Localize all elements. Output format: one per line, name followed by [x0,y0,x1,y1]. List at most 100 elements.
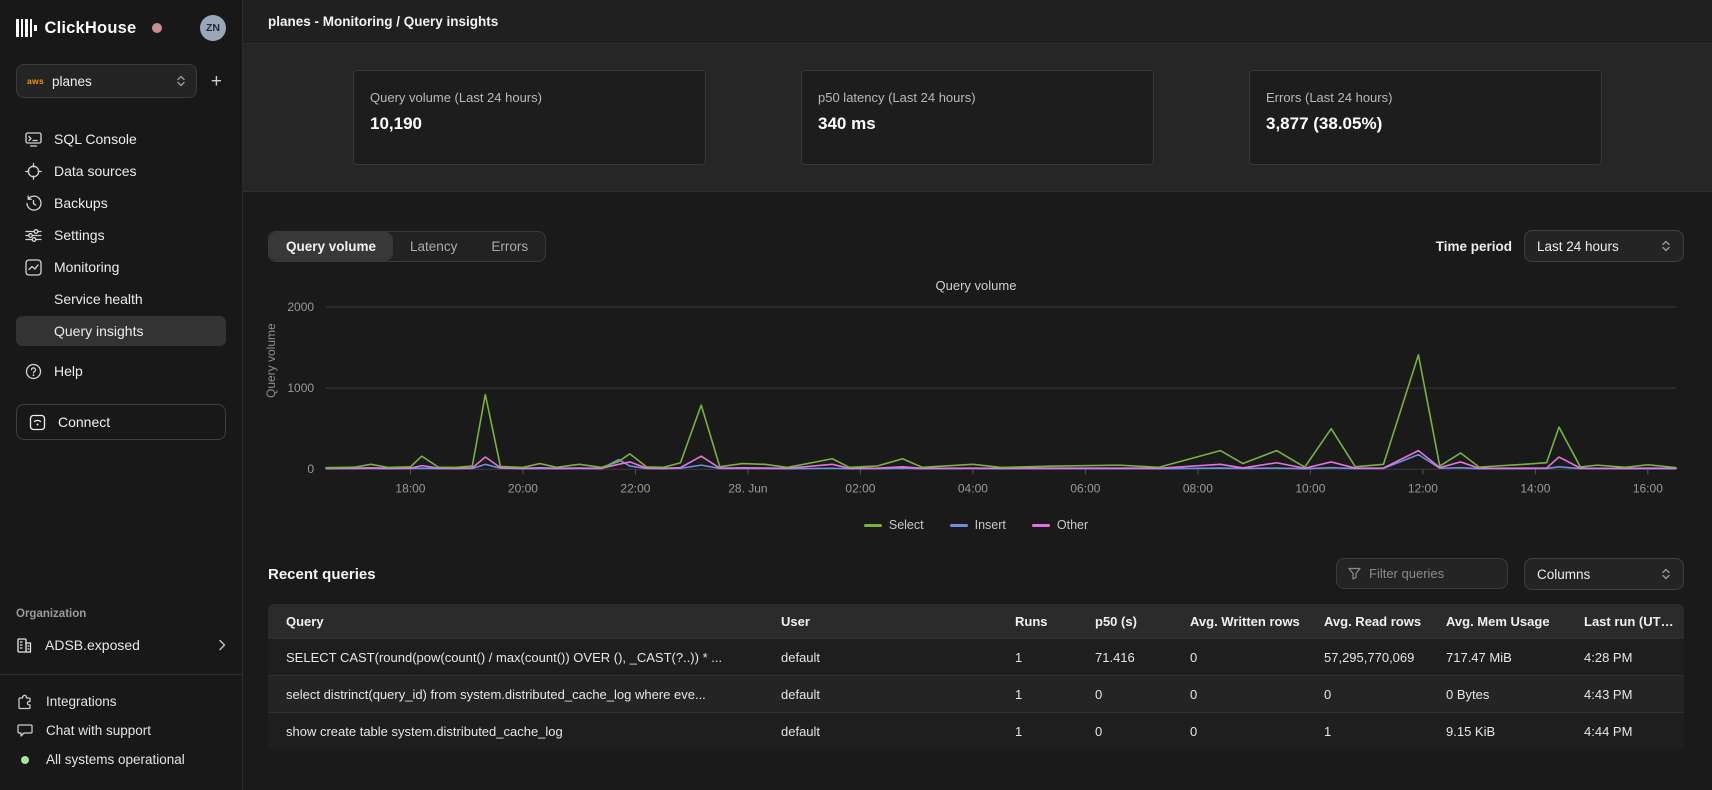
filter-queries-input-wrap[interactable] [1336,558,1508,589]
organization-name: ADSB.exposed [45,637,140,653]
monitoring-icon [24,258,42,276]
svg-text:04:00: 04:00 [958,481,988,495]
tab-errors[interactable]: Errors [474,232,545,261]
columns-select[interactable]: Columns [1524,558,1684,590]
breadcrumb: planes - Monitoring / Query insights [268,14,498,29]
cell-user: default [771,687,1005,702]
svg-text:08:00: 08:00 [1183,481,1213,495]
table-row[interactable]: show create table system.distributed_cac… [268,712,1684,749]
table-row[interactable]: SELECT CAST(round(pow(count() / max(coun… [268,638,1684,675]
time-period-select[interactable]: Last 24 hours [1524,230,1684,262]
service-selector[interactable]: aws planes [16,64,197,98]
column-header-avg-read[interactable]: Avg. Read rows [1314,614,1436,629]
organization-item[interactable]: ADSB.exposed [16,630,226,660]
chevron-updown-icon [1661,567,1671,581]
cell-query: show create table system.distributed_cac… [268,724,771,739]
sidebar: ClickHouse ZN aws planes + SQL Console [0,0,243,790]
stat-label: p50 latency (Last 24 hours) [818,90,1137,105]
tab-latency[interactable]: Latency [393,232,474,261]
cell-p50: 71.416 [1085,650,1180,665]
cell-p50: 0 [1085,724,1180,739]
help-icon [24,362,42,380]
table-row[interactable]: select distrinct(query_id) from system.d… [268,675,1684,712]
legend-item-select[interactable]: Select [864,518,924,532]
sidebar-item-label: SQL Console [54,131,137,147]
recent-queries-title: Recent queries [268,566,376,583]
sort-asc-icon: ^ [1678,618,1684,629]
column-header-last-run[interactable]: Last run (UTC)^ [1574,614,1684,629]
organization-heading: Organization [16,608,226,620]
cell-user: default [771,724,1005,739]
backups-icon [24,194,42,212]
stats-band: Query volume (Last 24 hours) 10,190 p50 … [243,44,1712,192]
legend-label: Other [1057,518,1088,532]
sidebar-item-label: Query insights [54,323,143,339]
notification-dot-icon [152,23,162,33]
connect-button[interactable]: Connect [16,404,226,440]
add-service-button[interactable]: + [207,70,226,93]
user-avatar[interactable]: ZN [200,15,226,41]
status-dot-icon [16,756,34,764]
sidebar-item-settings[interactable]: Settings [16,220,226,250]
sidebar-item-data-sources[interactable]: Data sources [16,156,226,186]
sidebar-item-label: Monitoring [54,259,119,275]
integrations-icon [16,694,34,710]
columns-label: Columns [1537,567,1590,582]
svg-text:1000: 1000 [287,381,314,395]
legend-swatch-icon [864,524,882,527]
tab-query-volume[interactable]: Query volume [269,232,393,261]
sidebar-divider [0,674,242,675]
cell-last-run: 4:44 PM [1574,724,1684,739]
cell-runs: 1 [1005,724,1085,739]
cell-avg-written: 0 [1180,650,1314,665]
sidebar-item-sql-console[interactable]: SQL Console [16,124,226,154]
sidebar-item-chat-support[interactable]: Chat with support [16,716,226,745]
sidebar-item-monitoring[interactable]: Monitoring [16,252,226,282]
filter-queries-input[interactable] [1369,566,1489,581]
sidebar-item-query-insights[interactable]: Query insights [16,316,226,346]
stat-value: 3,877 (38.05%) [1266,114,1585,134]
sidebar-item-label: Data sources [54,163,136,179]
cell-avg-read: 1 [1314,724,1436,739]
svg-text:02:00: 02:00 [845,481,875,495]
column-header-query[interactable]: Query [268,614,771,629]
column-header-user[interactable]: User [771,614,1005,629]
cell-avg-read: 0 [1314,687,1436,702]
svg-text:20:00: 20:00 [508,481,538,495]
sidebar-item-integrations[interactable]: Integrations [16,687,226,716]
cell-avg-mem: 0 Bytes [1436,687,1574,702]
legend-label: Select [889,518,924,532]
app-window: ClickHouse ZN aws planes + SQL Console [0,0,1712,790]
sidebar-item-label: Help [54,363,83,379]
sidebar-item-service-health[interactable]: Service health [16,284,226,314]
column-header-p50[interactable]: p50 (s) [1085,614,1180,629]
cell-query: SELECT CAST(round(pow(count() / max(coun… [268,650,771,665]
svg-text:10:00: 10:00 [1295,481,1325,495]
sidebar-item-backups[interactable]: Backups [16,188,226,218]
sidebar-item-help[interactable]: Help [16,356,226,386]
main-area: planes - Monitoring / Query insights Que… [243,0,1712,790]
cell-avg-written: 0 [1180,687,1314,702]
sidebar-item-label: Settings [54,227,105,243]
column-header-avg-mem[interactable]: Avg. Mem Usage [1436,614,1574,629]
chevron-updown-icon [176,74,186,88]
connect-icon [29,414,46,431]
cell-avg-mem: 9.15 KiB [1436,724,1574,739]
legend-item-other[interactable]: Other [1032,518,1088,532]
svg-text:0: 0 [307,462,314,476]
cell-avg-written: 0 [1180,724,1314,739]
legend-item-insert[interactable]: Insert [950,518,1006,532]
svg-text:14:00: 14:00 [1520,481,1550,495]
column-header-runs[interactable]: Runs [1005,614,1085,629]
connect-label: Connect [58,414,110,430]
chart-legend: Select Insert Other [268,518,1684,532]
column-header-avg-written[interactable]: Avg. Written rows [1180,614,1314,629]
system-status-item[interactable]: All systems operational [16,745,226,774]
stat-label: Errors (Last 24 hours) [1266,90,1585,105]
chart-title: Query volume [268,278,1684,293]
svg-text:18:00: 18:00 [395,481,425,495]
svg-text:22:00: 22:00 [620,481,650,495]
cell-avg-read: 57,295,770,069 [1314,650,1436,665]
stat-card-query-volume: Query volume (Last 24 hours) 10,190 [353,70,706,165]
stat-card-errors: Errors (Last 24 hours) 3,877 (38.05%) [1249,70,1602,165]
